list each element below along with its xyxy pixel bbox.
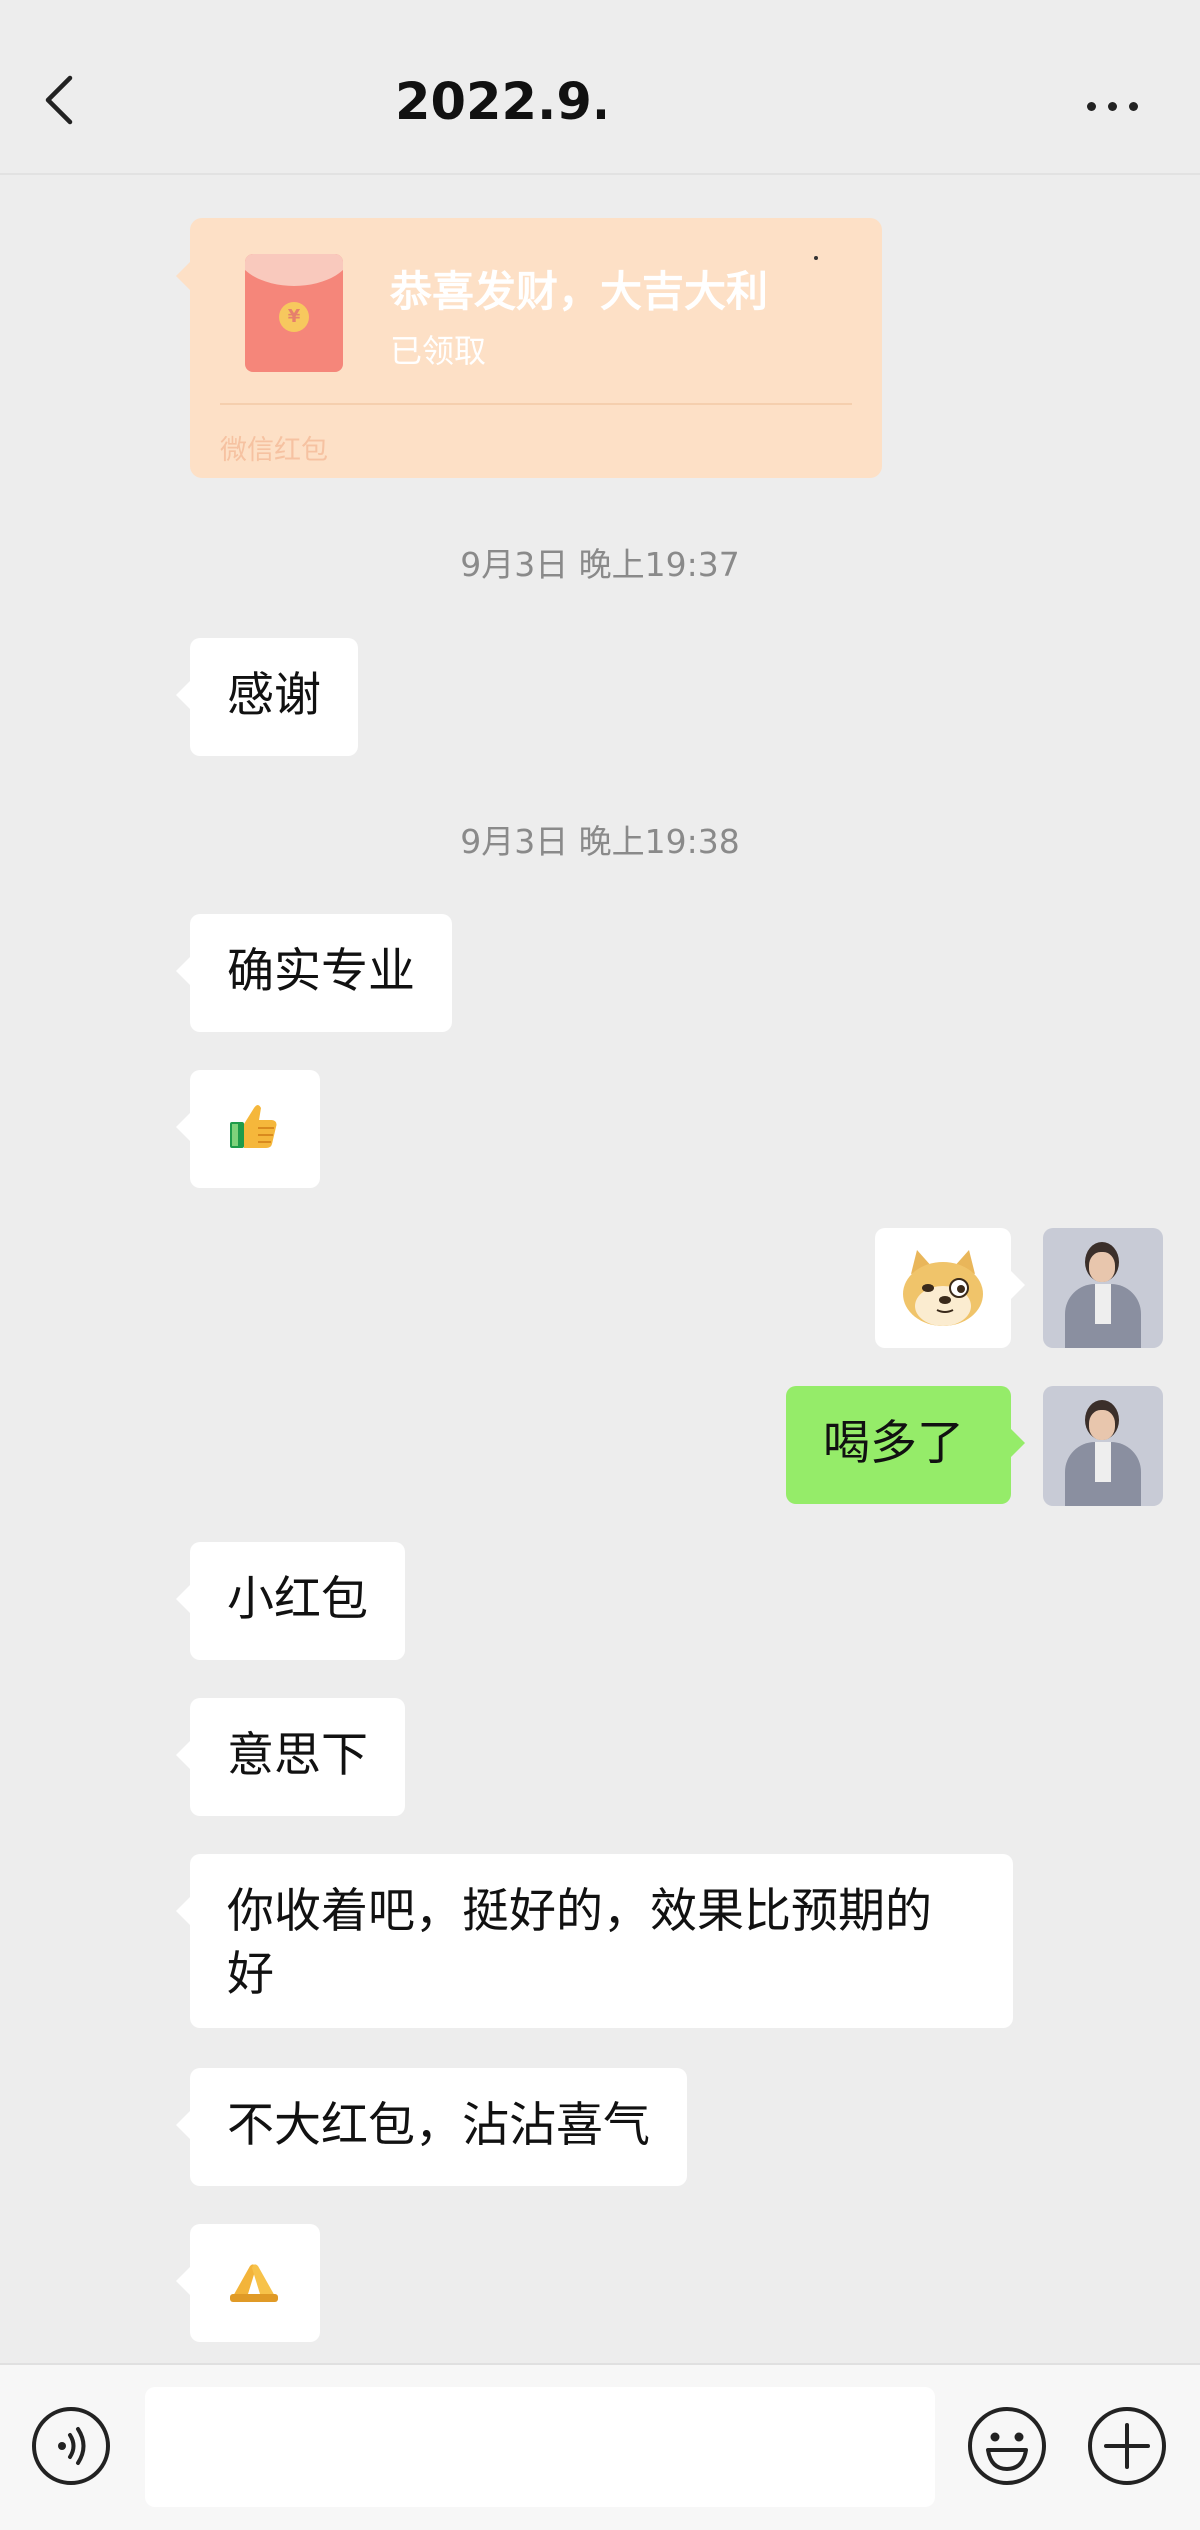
message-text: 确实专业: [227, 944, 415, 999]
avatar[interactable]: [1043, 1386, 1163, 1506]
red-packet-status: 已领取: [390, 332, 487, 370]
red-packet-tail: [176, 262, 190, 290]
red-packet-speck: [814, 256, 818, 260]
voice-button[interactable]: [30, 2405, 112, 2487]
red-envelope-icon: ¥: [245, 254, 343, 372]
message-bubble-sent[interactable]: [875, 1228, 1025, 1348]
fist-bump-emoji: [230, 2264, 278, 2302]
message-bubble-received[interactable]: 小红包: [176, 1542, 405, 1660]
message-text: 你收着吧，挺好的，效果比预期的好: [227, 1884, 932, 2002]
red-packet-divider: [220, 403, 852, 405]
message-bubble-received[interactable]: 你收着吧，挺好的，效果比预期的好: [176, 1854, 1013, 2028]
message-bubble-received[interactable]: 不大红包，沾沾喜气: [176, 2068, 687, 2186]
timestamp: 9月3日 晚上19:38: [460, 822, 740, 861]
emoji-icon: [968, 2407, 1046, 2485]
back-button[interactable]: [30, 60, 90, 140]
chevron-left-icon: [45, 75, 73, 125]
chat-title: 2022.9.3号: [395, 73, 605, 132]
message-bubble-received[interactable]: 感谢: [176, 638, 358, 756]
input-bar: [0, 2363, 1200, 2530]
timestamp: 9月3日 晚上19:37: [460, 545, 740, 584]
red-packet-footer: 微信红包: [220, 435, 328, 466]
plus-button[interactable]: [1086, 2405, 1168, 2487]
doge-sticker: [903, 1250, 983, 1326]
red-packet-title: 恭喜发财，大吉大利: [390, 267, 769, 316]
message-input[interactable]: [145, 2387, 935, 2507]
more-button[interactable]: [1075, 70, 1150, 140]
message-bubble-sent[interactable]: 喝多了: [786, 1386, 1025, 1504]
message-bubble-received[interactable]: [176, 1070, 320, 1188]
chat-header: 2022.9.3号: [0, 0, 1200, 175]
plus-icon: [1088, 2407, 1166, 2485]
message-text: 感谢: [227, 668, 321, 723]
voice-icon: [32, 2407, 110, 2485]
message-bubble-received[interactable]: 确实专业: [176, 914, 452, 1032]
more-dots-icon: [1081, 96, 1144, 115]
message-bubble-received[interactable]: [176, 2224, 320, 2342]
message-text: 小红包: [227, 1572, 368, 1627]
message-text: 意思下: [227, 1728, 368, 1783]
message-text: 喝多了: [823, 1416, 964, 1471]
avatar[interactable]: [1043, 1228, 1163, 1348]
red-packet-card[interactable]: ¥ 恭喜发财，大吉大利 已领取 微信红包: [190, 218, 882, 478]
message-text: 不大红包，沾沾喜气: [227, 2098, 650, 2153]
message-bubble-received[interactable]: 意思下: [176, 1698, 405, 1816]
emoji-button[interactable]: [966, 2405, 1048, 2487]
thumbs-up-emoji: [230, 1105, 277, 1148]
